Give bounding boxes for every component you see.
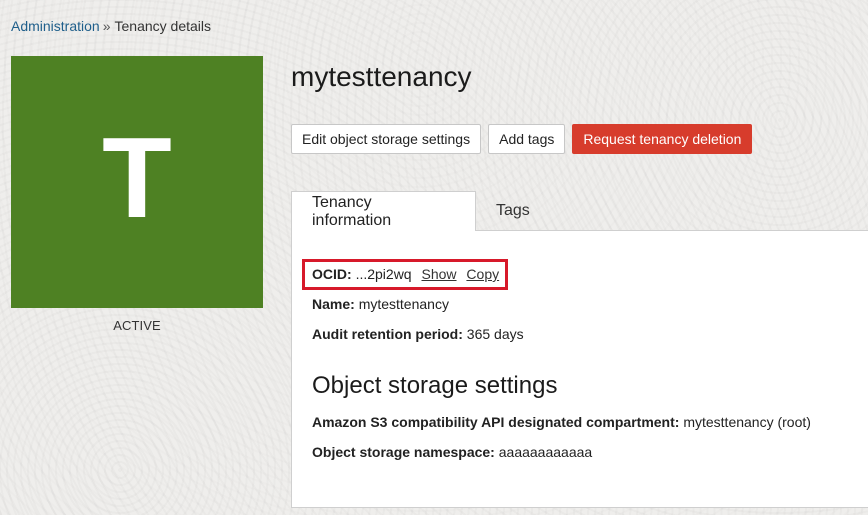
name-label: Name: <box>312 296 355 312</box>
name-value: mytesttenancy <box>358 296 449 312</box>
request-tenancy-deletion-button[interactable]: Request tenancy deletion <box>572 124 753 154</box>
tab-tenancy-information[interactable]: Tenancy information <box>291 191 476 231</box>
breadcrumb-current: Tenancy details <box>114 18 212 34</box>
audit-retention-row: Audit retention period: 365 days <box>312 325 524 343</box>
audit-retention-value: 365 days <box>466 326 524 342</box>
breadcrumb-separator: » <box>102 18 111 34</box>
breadcrumb: Administration» Tenancy details <box>11 17 211 35</box>
storage-namespace-label: Object storage namespace: <box>312 444 495 460</box>
action-bar: Edit object storage settings Add tags Re… <box>291 124 753 154</box>
tab-tags[interactable]: Tags <box>476 191 550 231</box>
tenancy-avatar: T <box>11 56 263 308</box>
status-label: ACTIVE <box>113 318 161 333</box>
storage-namespace-row: Object storage namespace: aaaaaaaaaaaa <box>312 443 592 461</box>
tab-bar: Tenancy information Tags <box>291 191 550 231</box>
object-storage-settings-heading: Object storage settings <box>312 372 558 399</box>
breadcrumb-administration-link[interactable]: Administration <box>11 18 100 34</box>
ocid-show-link[interactable]: Show <box>422 266 457 282</box>
s3-compartment-value: mytesttenancy (root) <box>683 414 811 430</box>
ocid-label: OCID: <box>312 266 352 282</box>
name-row: Name: mytesttenancy <box>312 295 449 313</box>
ocid-row: OCID: ...2pi2wq Show Copy <box>312 265 499 283</box>
storage-namespace-value: aaaaaaaaaaaa <box>498 444 593 460</box>
ocid-value: ...2pi2wq <box>355 266 412 282</box>
page-title: mytesttenancy <box>291 61 472 92</box>
s3-compartment-row: Amazon S3 compatibility API designated c… <box>312 413 811 431</box>
ocid-copy-link[interactable]: Copy <box>466 266 499 282</box>
edit-object-storage-settings-button[interactable]: Edit object storage settings <box>291 124 482 154</box>
avatar-letter: T <box>102 115 172 242</box>
s3-compartment-label: Amazon S3 compatibility API designated c… <box>312 414 680 430</box>
add-tags-button[interactable]: Add tags <box>488 124 566 154</box>
audit-retention-label: Audit retention period: <box>312 326 463 342</box>
